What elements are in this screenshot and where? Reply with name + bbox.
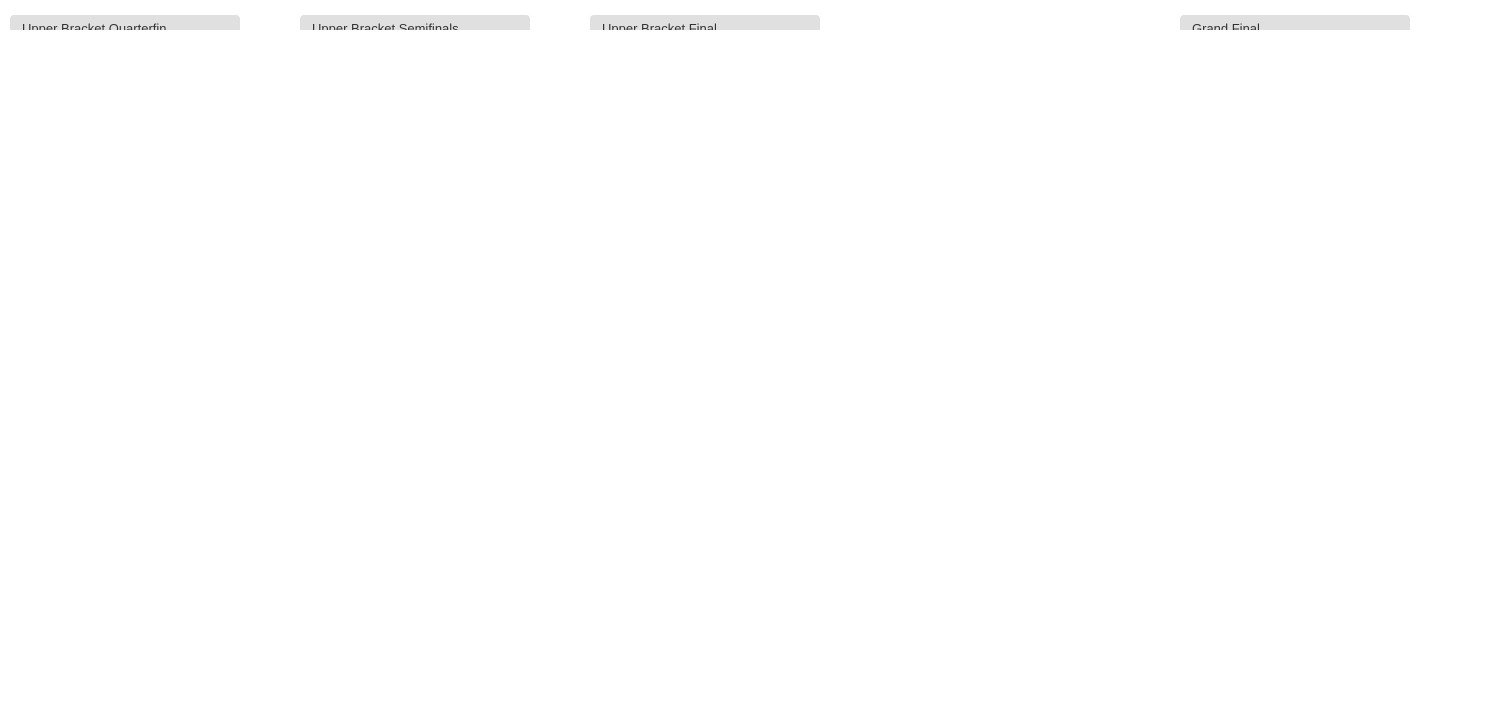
ubf-header: Upper Bracket Final (590, 15, 820, 30)
gf-header: Grand Final (1180, 15, 1410, 30)
ubq-header: Upper Bracket Quarterfin... (10, 15, 240, 30)
ubs-header: Upper Bracket Semifinals (300, 15, 530, 30)
